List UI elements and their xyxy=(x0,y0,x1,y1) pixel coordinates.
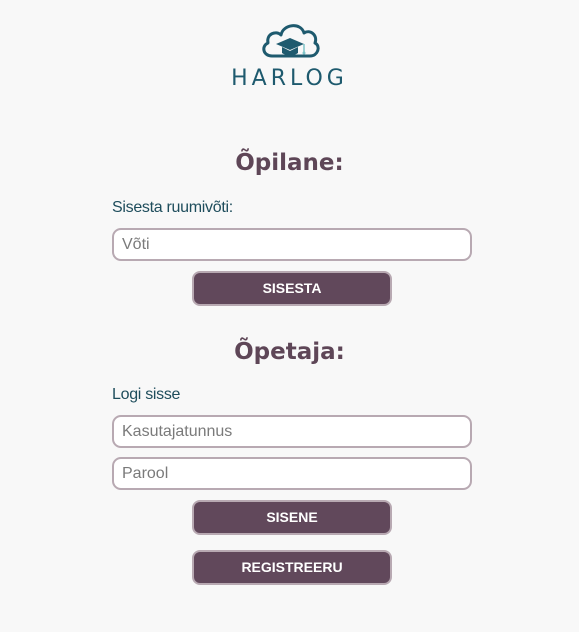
room-key-input[interactable] xyxy=(112,228,472,261)
logo xyxy=(0,16,579,62)
password-input[interactable] xyxy=(112,457,472,490)
teacher-heading: Õpetaja: xyxy=(234,339,345,365)
login-label: Logi sisse xyxy=(112,386,181,403)
cloud-graduation-cap-icon xyxy=(261,24,320,58)
student-heading: Õpilane: xyxy=(235,150,344,176)
room-key-label: Sisesta ruumivõti: xyxy=(112,199,233,216)
username-input[interactable] xyxy=(112,415,472,448)
login-button[interactable]: SISENE xyxy=(192,500,392,535)
logo-text: HARLOG xyxy=(231,66,348,91)
register-button[interactable]: REGISTREERU xyxy=(192,550,392,585)
submit-key-button[interactable]: SISESTA xyxy=(192,271,392,306)
